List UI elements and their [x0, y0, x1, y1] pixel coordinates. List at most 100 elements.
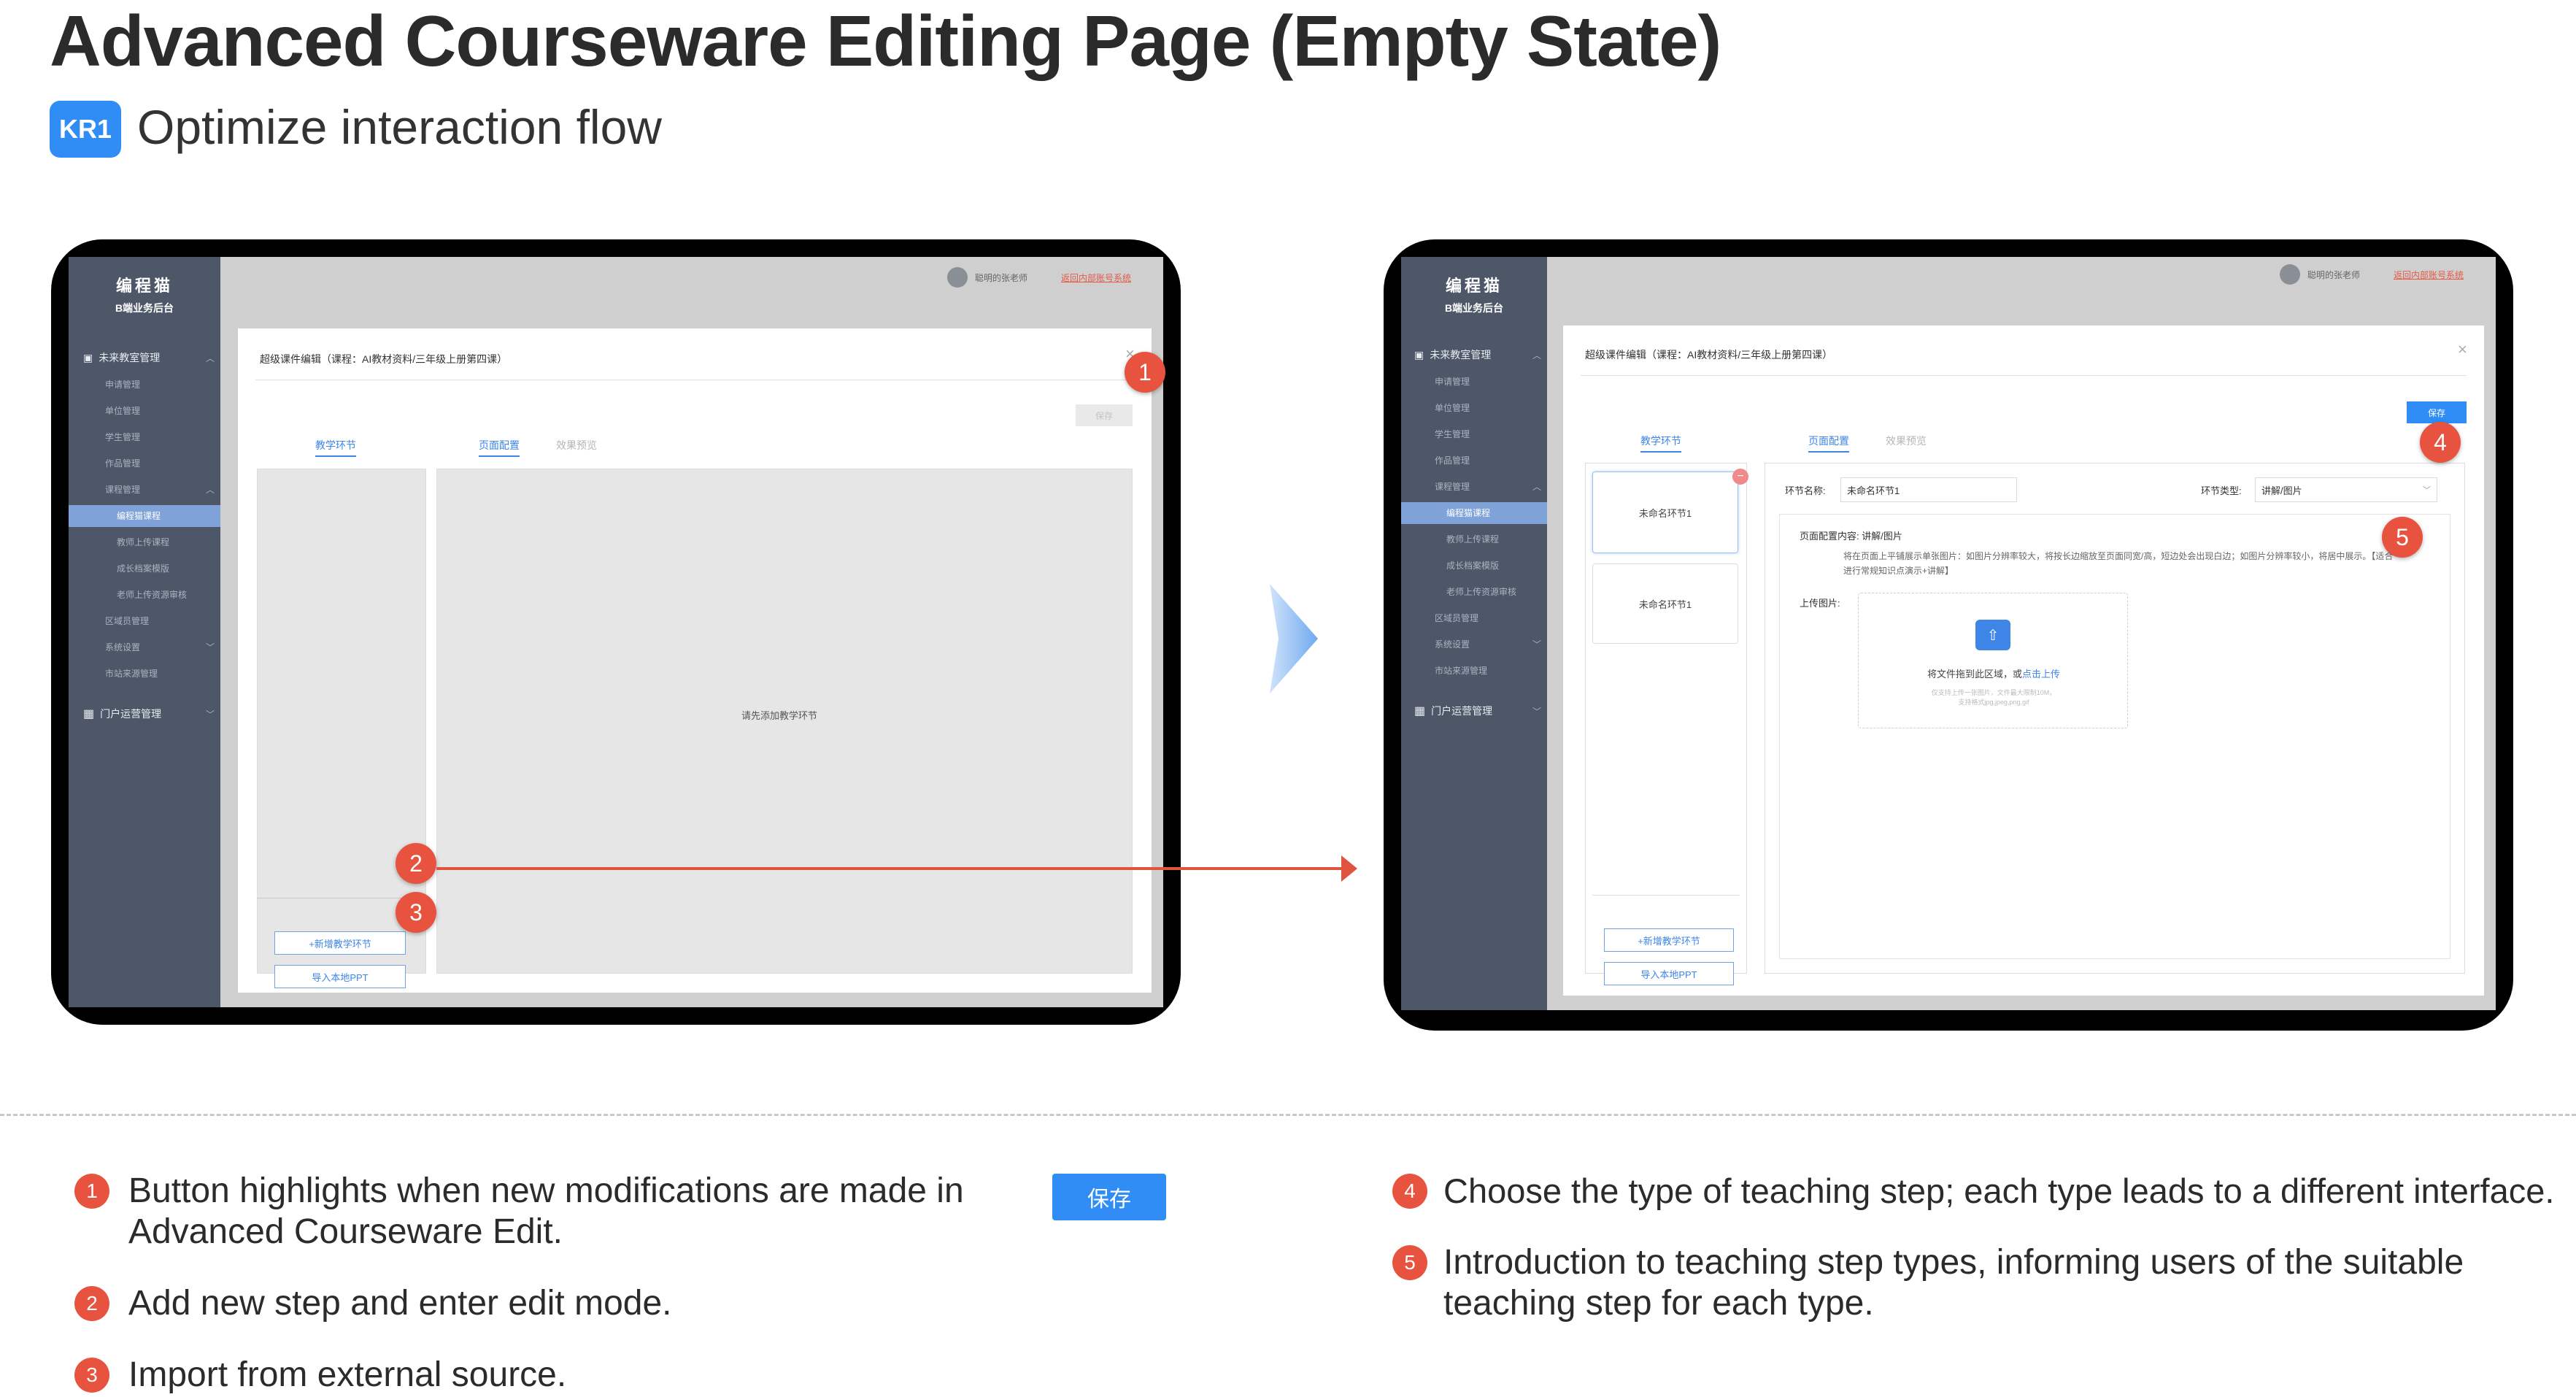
delete-step-icon[interactable]: − — [1732, 469, 1748, 485]
sidebar-item[interactable]: 市站来源管理 — [105, 667, 158, 680]
brand-sub: B端业务后台 — [115, 302, 174, 314]
close-icon[interactable]: × — [2458, 340, 2467, 359]
marker-1: 1 — [1125, 352, 1165, 393]
marker-5: 5 — [2382, 517, 2423, 558]
sidebar-item[interactable]: 区域员管理 — [1435, 612, 1478, 624]
sidebar-item[interactable]: 作品管理 — [105, 457, 140, 469]
kr-badge: KR1 — [50, 101, 121, 158]
tab-page-config[interactable]: 页面配置 — [479, 438, 520, 457]
sidebar-group-portal[interactable]: ▦ 门户运营管理 ﹀ — [1414, 704, 1541, 718]
upload-drag-text: 将文件拖到此区域，或 — [1927, 669, 2022, 680]
config-box — [1779, 514, 2450, 959]
sidebar-item[interactable]: 学生管理 — [1435, 428, 1470, 440]
brand-name: 编程猫 — [115, 277, 173, 295]
upload-hint-line: 支持格式jpg,jpeg,png,gif — [1958, 698, 2029, 706]
chevron-up-icon: ︿ — [1532, 482, 1541, 492]
upload-folder-icon: ⇧ — [1975, 620, 2010, 650]
divider — [1581, 375, 2467, 376]
sidebar-item-active[interactable]: 编程猫课程 — [1401, 502, 1547, 524]
note-marker-4: 4 — [1392, 1174, 1427, 1209]
back-link[interactable]: 返回内部账号系统 — [1061, 272, 1131, 284]
tab-steps[interactable]: 教学环节 — [1640, 434, 1681, 453]
note-marker-3: 3 — [74, 1358, 109, 1393]
sidebar-item[interactable]: 作品管理 — [1435, 454, 1470, 466]
chevron-down-icon: ﹀ — [2423, 486, 2431, 495]
sidebar-item[interactable]: 成长档案模版 — [1446, 559, 1499, 572]
note-5: Introduction to teaching step types, inf… — [1443, 1243, 2464, 1323]
marker-4: 4 — [2420, 422, 2461, 463]
step-type-select[interactable]: 讲解/图片 ﹀ — [2255, 477, 2437, 502]
config-description: 将在页面上平铺展示单张图片：如图片分辨率较大，将按长边缩放至页面同宽/高，短边处… — [1843, 551, 2394, 576]
sidebar-item-settings[interactable]: 系统设置 ﹀ — [105, 641, 215, 653]
sidebar-item[interactable]: 教师上传课程 — [117, 536, 169, 548]
sidebar-item-settings[interactable]: 系统设置 ﹀ — [1435, 638, 1541, 650]
tab-page-config[interactable]: 页面配置 — [1808, 434, 1849, 453]
save-button-disabled[interactable]: 保存 — [1076, 404, 1133, 426]
upload-label: 上传图片: — [1800, 598, 1840, 609]
step-card[interactable]: 未命名环节1 — [1592, 563, 1738, 644]
classroom-icon: ▣ — [83, 351, 93, 363]
grid-icon: ▦ — [83, 708, 95, 720]
sidebar-item[interactable]: 区域员管理 — [105, 615, 149, 627]
save-button[interactable]: 保存 — [2407, 401, 2467, 423]
tab-preview[interactable]: 效果预览 — [1886, 434, 1927, 448]
sidebar-item[interactable]: 老师上传资源审核 — [1446, 585, 1516, 598]
sidebar-item-label: 系统设置 — [1435, 639, 1470, 650]
sidebar-group-label: 未来教室管理 — [99, 352, 161, 363]
sidebar-item[interactable]: 成长档案模版 — [117, 562, 169, 574]
grid-icon: ▦ — [1414, 705, 1426, 717]
tab-steps[interactable]: 教学环节 — [315, 438, 356, 457]
import-ppt-button[interactable]: 导入本地PPT — [1604, 962, 1734, 985]
sidebar-group-classroom[interactable]: ▣ 未来教室管理 ︿ — [83, 350, 215, 365]
dialog-title: 超级课件编辑（课程：AI教材资料/三年级上册第四课） — [260, 353, 508, 365]
sidebar-item-active[interactable]: 编程猫课程 — [69, 505, 220, 527]
sidebar-item[interactable]: 学生管理 — [105, 431, 140, 443]
sidebar-item[interactable]: 市站来源管理 — [1435, 664, 1487, 677]
sidebar-item-course[interactable]: 课程管理 ︿ — [105, 483, 215, 496]
import-ppt-button[interactable]: 导入本地PPT — [274, 965, 406, 988]
upload-click-link[interactable]: 点击上传 — [2022, 669, 2060, 680]
chevron-up-icon: ︿ — [1532, 350, 1541, 361]
chevron-up-icon: ︿ — [205, 353, 215, 363]
upload-dropzone[interactable]: ⇧ 将文件拖到此区域，或点击上传 仅支持上传一张图片，文件最大限制10M， 支持… — [1858, 593, 2128, 728]
sidebar-item[interactable]: 申请管理 — [1435, 375, 1470, 388]
tab-preview[interactable]: 效果预览 — [556, 438, 597, 453]
screen-right: 编程猫 B端业务后台 ▣ 未来教室管理 ︿ 申请管理 单位管理 学生管理 作品管… — [1401, 257, 2496, 1010]
marker-3: 3 — [396, 892, 436, 933]
step-type-label: 环节类型: — [2201, 485, 2242, 496]
page-subtitle: Optimize interaction flow — [137, 100, 662, 154]
note-marker-1: 1 — [74, 1174, 109, 1209]
sidebar-item-course[interactable]: 课程管理 ︿ — [1435, 480, 1541, 493]
brand-logo: 编程猫 B端业务后台 — [69, 273, 220, 315]
sidebar-group-classroom[interactable]: ▣ 未来教室管理 ︿ — [1414, 347, 1541, 362]
next-arrow-icon — [1270, 584, 1318, 693]
sidebar: 编程猫 B端业务后台 ▣ 未来教室管理 ︿ 申请管理 单位管理 学生管理 作品管… — [1401, 257, 1547, 1010]
config-content-label: 页面配置内容: 讲解/图片 — [1800, 531, 1902, 542]
sidebar-item[interactable]: 教师上传课程 — [1446, 533, 1499, 545]
sidebar-item-label: 系统设置 — [105, 642, 141, 653]
note-3: Import from external source. — [128, 1355, 567, 1394]
page-title: Advanced Courseware Editing Page (Empty … — [50, 1, 1721, 81]
upload-instruction: 将文件拖到此区域，或点击上传 — [1859, 666, 2129, 680]
user-menu[interactable]: 聪明的张老师 — [947, 267, 1027, 288]
sidebar-item-label: 课程管理 — [105, 485, 141, 495]
add-step-button[interactable]: +新增教学环节 — [274, 931, 406, 955]
classroom-icon: ▣ — [1414, 348, 1424, 361]
chevron-down-icon: ﹀ — [205, 642, 215, 653]
add-step-button[interactable]: +新增教学环节 — [1604, 928, 1734, 952]
note-1: Button highlights when new modifications… — [128, 1171, 964, 1251]
sidebar-group-portal[interactable]: ▦ 门户运营管理 ﹀ — [83, 707, 215, 721]
back-link[interactable]: 返回内部账号系统 — [2394, 269, 2464, 281]
user-name: 聪明的张老师 — [975, 272, 1028, 283]
sidebar-item[interactable]: 单位管理 — [105, 404, 140, 417]
sidebar-item[interactable]: 申请管理 — [105, 378, 140, 390]
sidebar-group-label: 门户运营管理 — [100, 708, 162, 720]
marker-2: 2 — [396, 843, 436, 884]
user-menu[interactable]: 聪明的张老师 — [2280, 264, 2360, 285]
step-card-selected[interactable]: 未命名环节1 — [1592, 472, 1738, 553]
sidebar-item[interactable]: 单位管理 — [1435, 401, 1470, 414]
connector-line — [436, 867, 1353, 870]
sidebar-item[interactable]: 老师上传资源审核 — [117, 588, 187, 601]
brand-name: 编程猫 — [1445, 277, 1503, 295]
step-name-input[interactable]: 未命名环节1 — [1840, 477, 2017, 502]
